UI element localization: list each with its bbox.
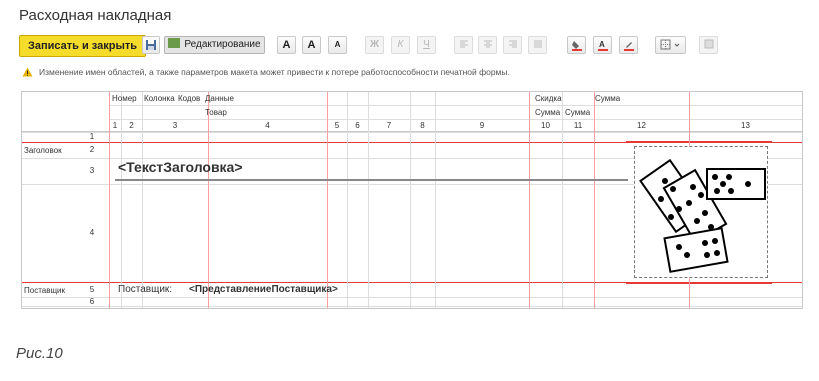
svg-text:A: A bbox=[599, 40, 605, 49]
header-skidka-summa[interactable]: Сумма bbox=[535, 108, 560, 118]
align-center-button[interactable] bbox=[478, 36, 497, 54]
warning-banner: Изменение имен областей, а также парамет… bbox=[22, 67, 510, 77]
floppy-disk-icon bbox=[146, 40, 156, 50]
align-right-button[interactable] bbox=[503, 36, 522, 54]
column-number[interactable]: 3 bbox=[142, 121, 208, 131]
text-color-button[interactable]: A bbox=[593, 36, 612, 54]
font-bold-a-button[interactable]: A bbox=[277, 36, 296, 54]
column-number[interactable]: 13 bbox=[689, 121, 802, 131]
background-color-button[interactable] bbox=[567, 36, 586, 54]
figure-caption: Рис.10 bbox=[16, 345, 63, 362]
save-and-close-button[interactable]: Записать и закрыть bbox=[19, 35, 147, 57]
column-line bbox=[802, 92, 803, 308]
spreadsheet-template-grid[interactable]: Номер Колонка Кодов Данные Товар Скидка … bbox=[21, 91, 803, 309]
area-label-supplier[interactable]: Поставщик bbox=[24, 286, 65, 296]
column-number[interactable]: 7 bbox=[368, 121, 410, 131]
header-summa-main[interactable]: Сумма bbox=[595, 94, 620, 104]
save-button[interactable] bbox=[142, 36, 160, 54]
column-number[interactable]: 11 bbox=[562, 121, 594, 131]
borders-dropdown-button[interactable] bbox=[655, 36, 686, 54]
warning-text: Изменение имен областей, а также парамет… bbox=[39, 67, 510, 77]
supplier-label-cell[interactable]: Поставщик: bbox=[118, 284, 172, 295]
header-skidka[interactable]: Скидка bbox=[535, 94, 562, 104]
row-number[interactable]: 6 bbox=[82, 297, 102, 307]
align-left-button[interactable] bbox=[454, 36, 473, 54]
underline-button[interactable]: Ч bbox=[417, 36, 436, 54]
edit-mode-label: Редактирование bbox=[184, 39, 261, 50]
supplier-parameter-cell[interactable]: <ПредставлениеПоставщика> bbox=[189, 284, 338, 295]
edit-mode-toggle[interactable]: Редактирование bbox=[164, 36, 265, 54]
row-line bbox=[22, 132, 802, 133]
column-number[interactable]: 6 bbox=[347, 121, 368, 131]
title-parameter-cell[interactable]: <ТекстЗаголовка> bbox=[118, 159, 243, 175]
column-number[interactable]: 4 bbox=[208, 121, 327, 131]
align-justify-icon bbox=[533, 40, 542, 48]
header-summa-summa[interactable]: Сумма bbox=[565, 108, 590, 118]
bold-button[interactable]: Ж bbox=[365, 36, 384, 54]
header-line bbox=[109, 119, 802, 120]
row-number[interactable]: 2 bbox=[82, 145, 102, 155]
header-nomer[interactable]: Номер bbox=[112, 94, 143, 104]
header-tovar[interactable]: Товар bbox=[205, 108, 227, 118]
area-label-header[interactable]: Заголовок bbox=[24, 146, 62, 156]
column-number[interactable]: 5 bbox=[327, 121, 347, 131]
increase-font-button[interactable]: A bbox=[302, 36, 321, 54]
fill-bucket-icon bbox=[571, 41, 582, 51]
align-left-icon bbox=[459, 40, 468, 48]
row-number[interactable]: 1 bbox=[82, 132, 102, 142]
pencil-icon bbox=[623, 42, 634, 51]
column-number[interactable]: 12 bbox=[594, 121, 689, 131]
grid-icon bbox=[704, 39, 713, 49]
row-line bbox=[22, 282, 802, 283]
align-right-icon bbox=[508, 40, 517, 48]
header-line bbox=[22, 131, 802, 132]
column-number[interactable]: 9 bbox=[435, 121, 529, 131]
edit-icon bbox=[168, 38, 181, 48]
header-line bbox=[109, 105, 802, 106]
dominoes-picture[interactable] bbox=[634, 146, 768, 278]
header-kodov[interactable]: Кодов bbox=[178, 94, 205, 104]
row-line bbox=[22, 297, 802, 298]
align-center-icon bbox=[483, 40, 492, 48]
row-number[interactable]: 5 bbox=[82, 285, 102, 295]
row-number[interactable]: 4 bbox=[82, 228, 102, 238]
warning-icon bbox=[22, 67, 33, 77]
page-title: Расходная накладная bbox=[19, 7, 172, 24]
column-number[interactable]: 1 bbox=[109, 121, 121, 131]
align-justify-button[interactable] bbox=[528, 36, 547, 54]
decrease-font-button[interactable]: A bbox=[328, 36, 347, 54]
column-number[interactable]: 2 bbox=[121, 121, 142, 131]
header-kolonka[interactable]: Колонка bbox=[144, 94, 176, 104]
header-dannye[interactable]: Данные bbox=[205, 94, 234, 104]
border-color-button[interactable] bbox=[619, 36, 638, 54]
column-number[interactable]: 10 bbox=[529, 121, 562, 131]
column-number[interactable]: 8 bbox=[410, 121, 435, 131]
dominoes-image bbox=[639, 158, 766, 273]
row-line bbox=[22, 306, 802, 307]
borders-icon bbox=[660, 39, 679, 50]
row-line bbox=[22, 142, 802, 143]
italic-button[interactable]: К bbox=[391, 36, 410, 54]
row-number[interactable]: 3 bbox=[82, 166, 102, 176]
text-color-icon: A bbox=[597, 40, 608, 51]
title-underline bbox=[115, 179, 628, 181]
merge-cells-button[interactable] bbox=[699, 36, 718, 54]
